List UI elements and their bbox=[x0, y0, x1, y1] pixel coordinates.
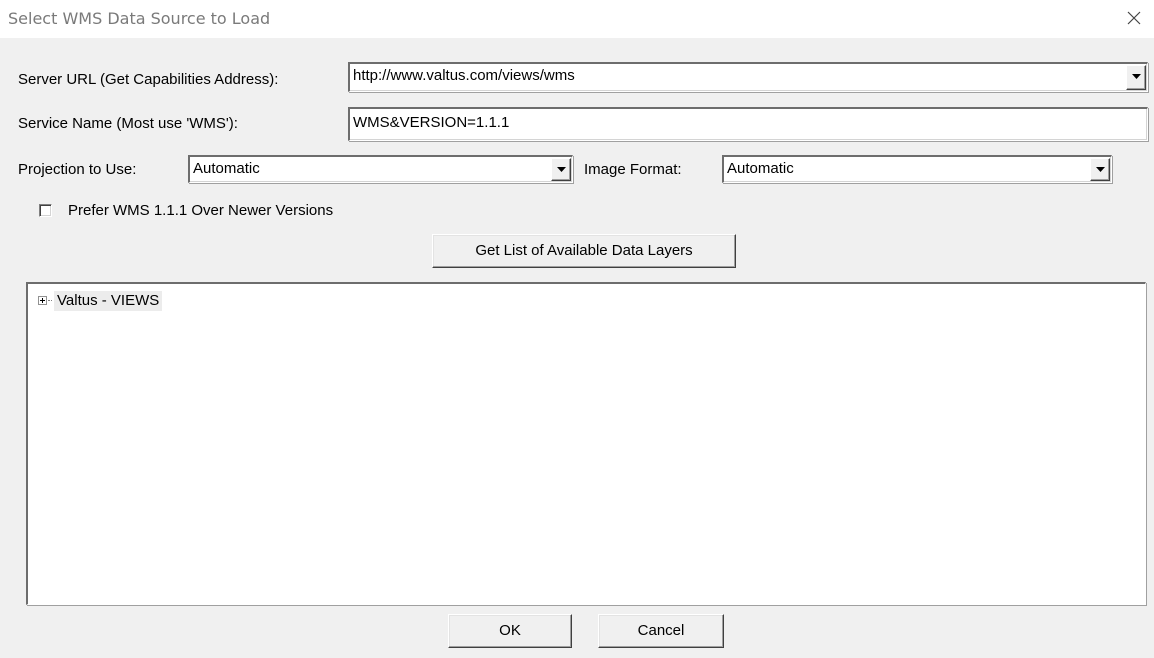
get-layers-button[interactable]: Get List of Available Data Layers bbox=[432, 234, 736, 268]
image-format-combobox[interactable]: Automatic bbox=[722, 155, 1112, 183]
window-title: Select WMS Data Source to Load bbox=[8, 9, 271, 28]
projection-combobox[interactable]: Automatic bbox=[188, 155, 573, 183]
server-url-dropdown-button[interactable] bbox=[1126, 65, 1146, 90]
tree-connector bbox=[48, 300, 52, 302]
prefer-wms-label: Prefer WMS 1.1.1 Over Newer Versions bbox=[68, 202, 334, 219]
server-url-combobox[interactable]: http://www.valtus.com/views/wms bbox=[348, 62, 1148, 92]
server-url-value: http://www.valtus.com/views/wms bbox=[353, 67, 575, 84]
projection-dropdown-button[interactable] bbox=[551, 158, 571, 181]
plus-box-icon[interactable] bbox=[38, 296, 47, 305]
image-format-dropdown-button[interactable] bbox=[1090, 158, 1110, 181]
chevron-down-icon bbox=[1096, 167, 1105, 172]
cancel-button[interactable]: Cancel bbox=[598, 614, 724, 648]
tree-node-label[interactable]: Valtus - VIEWS bbox=[54, 291, 163, 311]
chevron-down-icon bbox=[1132, 74, 1141, 79]
service-name-input[interactable]: WMS&VERSION=1.1.1 bbox=[348, 107, 1148, 141]
projection-value: Automatic bbox=[193, 160, 260, 177]
close-icon[interactable] bbox=[1122, 6, 1146, 30]
layer-tree[interactable]: Valtus - VIEWS bbox=[26, 282, 1146, 605]
server-url-label: Server URL (Get Capabilities Address): bbox=[18, 71, 279, 88]
title-bar: Select WMS Data Source to Load bbox=[0, 0, 1154, 38]
projection-label: Projection to Use: bbox=[18, 161, 137, 178]
dialog-body: Server URL (Get Capabilities Address): h… bbox=[8, 38, 1154, 658]
ok-button[interactable]: OK bbox=[448, 614, 572, 648]
prefer-wms-checkbox[interactable] bbox=[39, 204, 52, 217]
chevron-down-icon bbox=[557, 167, 566, 172]
service-name-label: Service Name (Most use 'WMS'): bbox=[18, 115, 238, 132]
service-name-value: WMS&VERSION=1.1.1 bbox=[353, 114, 510, 131]
image-format-label: Image Format: bbox=[584, 161, 682, 178]
image-format-value: Automatic bbox=[727, 160, 794, 177]
